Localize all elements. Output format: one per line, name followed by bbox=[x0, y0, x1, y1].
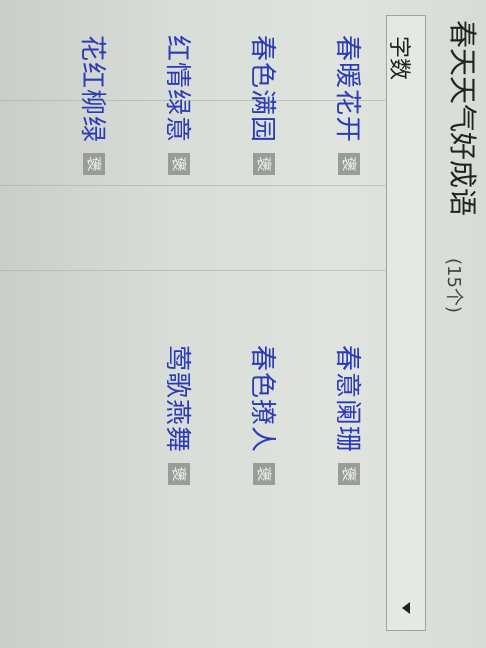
idiom-grid: 春暖花开 褒 春意阑珊 褒 春色满园 褒 春色撩人 褒 红情绿意 褒 莺歌燕舞 … bbox=[0, 15, 386, 631]
idiom-link[interactable]: 春暖花开 bbox=[331, 35, 368, 143]
idiom-link[interactable]: 春色满园 bbox=[246, 35, 283, 143]
idiom-link[interactable]: 莺歌燕舞 bbox=[161, 345, 198, 453]
sentiment-badge: 褒 bbox=[168, 153, 191, 176]
page-title: 春天天气好成语 bbox=[446, 20, 479, 217]
idiom-link[interactable]: 花红柳绿 bbox=[76, 35, 113, 143]
sentiment-badge: 褒 bbox=[83, 153, 106, 176]
idiom-item[interactable]: 春暖花开 褒 bbox=[331, 35, 368, 176]
idiom-item[interactable]: 红情绿意 褒 bbox=[161, 35, 198, 176]
idiom-item[interactable]: 花红柳绿 褒 bbox=[76, 35, 113, 176]
idiom-item[interactable]: 春意阑珊 褒 bbox=[331, 345, 368, 486]
idiom-link[interactable]: 春意阑珊 bbox=[331, 345, 368, 453]
idiom-count: (15个) bbox=[443, 258, 464, 313]
screen: 春天天气好成语 (15个) 字数 春暖花开 褒 春意阑珊 褒 春色满园 褒 春色… bbox=[0, 0, 486, 648]
rotated-content: 春天天气好成语 (15个) 字数 春暖花开 褒 春意阑珊 褒 春色满园 褒 春色… bbox=[0, 0, 486, 648]
word-count-filter[interactable]: 字数 bbox=[386, 15, 426, 631]
filter-label: 字数 bbox=[386, 36, 411, 81]
column-divider bbox=[0, 185, 386, 186]
sentiment-badge: 褒 bbox=[338, 153, 361, 176]
idiom-link[interactable]: 春色撩人 bbox=[246, 345, 283, 453]
idiom-link[interactable]: 红情绿意 bbox=[161, 35, 198, 143]
sentiment-badge: 褒 bbox=[253, 463, 276, 486]
sentiment-badge: 褒 bbox=[253, 153, 276, 176]
idiom-item[interactable]: 春色撩人 褒 bbox=[246, 345, 283, 486]
column-divider bbox=[0, 270, 386, 271]
idiom-item[interactable]: 春色满园 褒 bbox=[246, 35, 283, 176]
sentiment-badge: 褒 bbox=[338, 463, 361, 486]
sentiment-badge: 褒 bbox=[168, 463, 191, 486]
dropdown-arrow-icon[interactable] bbox=[402, 602, 410, 614]
idiom-item[interactable]: 莺歌燕舞 褒 bbox=[161, 345, 198, 486]
